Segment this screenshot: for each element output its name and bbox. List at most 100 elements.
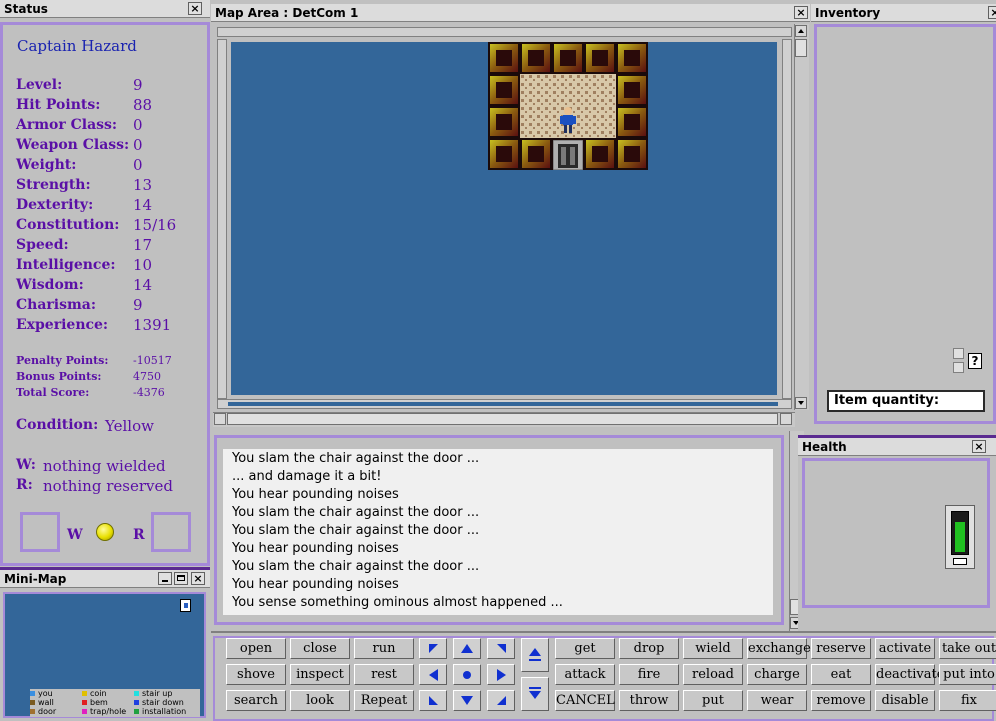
stairs-down-button[interactable] bbox=[521, 677, 549, 711]
legend-label: you bbox=[38, 689, 53, 698]
stat-value: 88 bbox=[133, 96, 153, 114]
command-button-eat[interactable]: eat bbox=[811, 664, 871, 685]
command-button-take-out[interactable]: take out bbox=[939, 638, 996, 659]
door-icon[interactable] bbox=[553, 140, 583, 170]
status-panel: Status × Captain Hazard Level: 9 Hit Point… bbox=[0, 0, 210, 566]
command-button-attack[interactable]: attack bbox=[555, 664, 615, 685]
stat-value: 14 bbox=[133, 196, 153, 214]
move-northeast-button[interactable] bbox=[487, 638, 515, 659]
move-southeast-button[interactable] bbox=[487, 690, 515, 711]
command-button-search[interactable]: search bbox=[226, 690, 286, 711]
map-scroll-left-button[interactable] bbox=[214, 413, 226, 425]
command-button-rest[interactable]: rest bbox=[354, 664, 414, 685]
message-line: You slam the chair against the door ... bbox=[232, 559, 480, 574]
stat-label: Weight: bbox=[16, 157, 77, 173]
condition-value: Yellow bbox=[105, 417, 154, 435]
map-scroll-right-button[interactable] bbox=[780, 413, 792, 425]
map-vertical-thumb[interactable] bbox=[795, 39, 807, 57]
inventory-scroll-down-icon[interactable] bbox=[953, 362, 964, 373]
inventory-help-button[interactable]: ? bbox=[968, 353, 982, 369]
item-quantity-field[interactable]: Item quantity: bbox=[827, 390, 985, 412]
map-vertical-scrollbar[interactable] bbox=[794, 24, 809, 410]
legend-label: coin bbox=[90, 689, 107, 698]
reserved-slot[interactable] bbox=[151, 512, 191, 552]
command-button-reserve[interactable]: reserve bbox=[811, 638, 871, 659]
message-line: ... and damage it a bit! bbox=[232, 469, 382, 484]
map-close-button[interactable]: × bbox=[794, 6, 808, 19]
command-button-activate[interactable]: activate bbox=[875, 638, 935, 659]
command-button-inspect[interactable]: inspect bbox=[290, 664, 350, 685]
message-line: You hear pounding noises bbox=[232, 487, 399, 502]
command-button-deactivate[interactable]: deactivate bbox=[875, 664, 944, 685]
command-button-get[interactable]: get bbox=[555, 638, 615, 659]
command-button-wield[interactable]: wield bbox=[683, 638, 743, 659]
command-button-disable[interactable]: disable bbox=[875, 690, 935, 711]
stat-label: Speed: bbox=[16, 237, 69, 253]
minimap-maximize-button[interactable] bbox=[174, 572, 188, 585]
command-button-put-into[interactable]: put into bbox=[939, 664, 996, 685]
health-close-button[interactable]: × bbox=[972, 440, 986, 453]
command-button-drop[interactable]: drop bbox=[619, 638, 679, 659]
command-button-cancel[interactable]: CANCEL bbox=[555, 690, 615, 711]
minimap-minimize-button[interactable] bbox=[158, 572, 172, 585]
stairs-up-button[interactable] bbox=[521, 638, 549, 672]
health-panel: Health × bbox=[798, 435, 996, 631]
reserved-label: R: bbox=[16, 477, 33, 493]
map-scroll-down-button[interactable] bbox=[795, 397, 807, 409]
command-button-reload[interactable]: reload bbox=[683, 664, 743, 685]
wielded-value: nothing wielded bbox=[43, 457, 166, 475]
health-meter bbox=[945, 505, 975, 569]
command-button-repeat[interactable]: Repeat bbox=[354, 690, 414, 711]
command-button-fire[interactable]: fire bbox=[619, 664, 679, 685]
map-top-rail[interactable] bbox=[217, 27, 792, 37]
wall-tile bbox=[522, 44, 550, 72]
command-button-fix[interactable]: fix bbox=[939, 690, 996, 711]
health-meter-fill bbox=[955, 521, 965, 552]
move-southwest-button[interactable] bbox=[419, 690, 447, 711]
map-scroll-up-button[interactable] bbox=[795, 25, 807, 37]
map-left-rail[interactable] bbox=[217, 39, 227, 399]
inventory-scroll-up-icon[interactable] bbox=[953, 348, 964, 359]
wait-here-button[interactable] bbox=[453, 664, 481, 685]
message-line: You hear pounding noises bbox=[232, 541, 399, 556]
legend-swatch bbox=[134, 691, 139, 696]
stat-label: Strength: bbox=[16, 177, 91, 193]
inventory-close-button[interactable]: × bbox=[988, 6, 996, 19]
inventory-title-bar: Inventory bbox=[811, 4, 996, 22]
command-button-look[interactable]: look bbox=[290, 690, 350, 711]
minimap-legend-item: stair down bbox=[134, 698, 184, 707]
command-button-shove[interactable]: shove bbox=[226, 664, 286, 685]
health-title-bar: Health bbox=[798, 438, 996, 456]
command-button-remove[interactable]: remove bbox=[811, 690, 871, 711]
player-character-icon bbox=[560, 107, 576, 133]
command-button-throw[interactable]: throw bbox=[619, 690, 679, 711]
map-horizontal-thumb[interactable] bbox=[227, 413, 778, 425]
status-title-bar: Status bbox=[0, 0, 210, 18]
move-east-button[interactable] bbox=[487, 664, 515, 685]
map-right-rail[interactable] bbox=[782, 39, 792, 399]
move-north-button[interactable] bbox=[453, 638, 481, 659]
command-button-charge[interactable]: charge bbox=[747, 664, 807, 685]
wielded-slot[interactable] bbox=[20, 512, 60, 552]
command-button-run[interactable]: run bbox=[354, 638, 414, 659]
move-west-button[interactable] bbox=[419, 664, 447, 685]
stat-value: 9 bbox=[133, 76, 143, 94]
command-button-open[interactable]: open bbox=[226, 638, 286, 659]
score-label: Bonus Points: bbox=[16, 370, 102, 383]
move-south-button[interactable] bbox=[453, 690, 481, 711]
map-bottom-rail[interactable] bbox=[217, 399, 792, 409]
minimap-player-icon bbox=[180, 599, 191, 612]
arrow-east-icon bbox=[496, 668, 506, 681]
status-close-button[interactable]: × bbox=[188, 2, 202, 15]
command-button-exchange[interactable]: exchange bbox=[747, 638, 811, 659]
arrow-northwest-icon bbox=[428, 644, 438, 653]
command-button-close[interactable]: close bbox=[290, 638, 350, 659]
minimap-close-button[interactable]: × bbox=[191, 572, 205, 585]
minimap-legend-item: you bbox=[30, 689, 53, 698]
stat-label: Dexterity: bbox=[16, 197, 94, 213]
command-button-wear[interactable]: wear bbox=[747, 690, 807, 711]
score-value: -10517 bbox=[133, 354, 172, 367]
command-button-put[interactable]: put bbox=[683, 690, 743, 711]
score-value: -4376 bbox=[133, 386, 165, 399]
move-northwest-button[interactable] bbox=[419, 638, 447, 659]
